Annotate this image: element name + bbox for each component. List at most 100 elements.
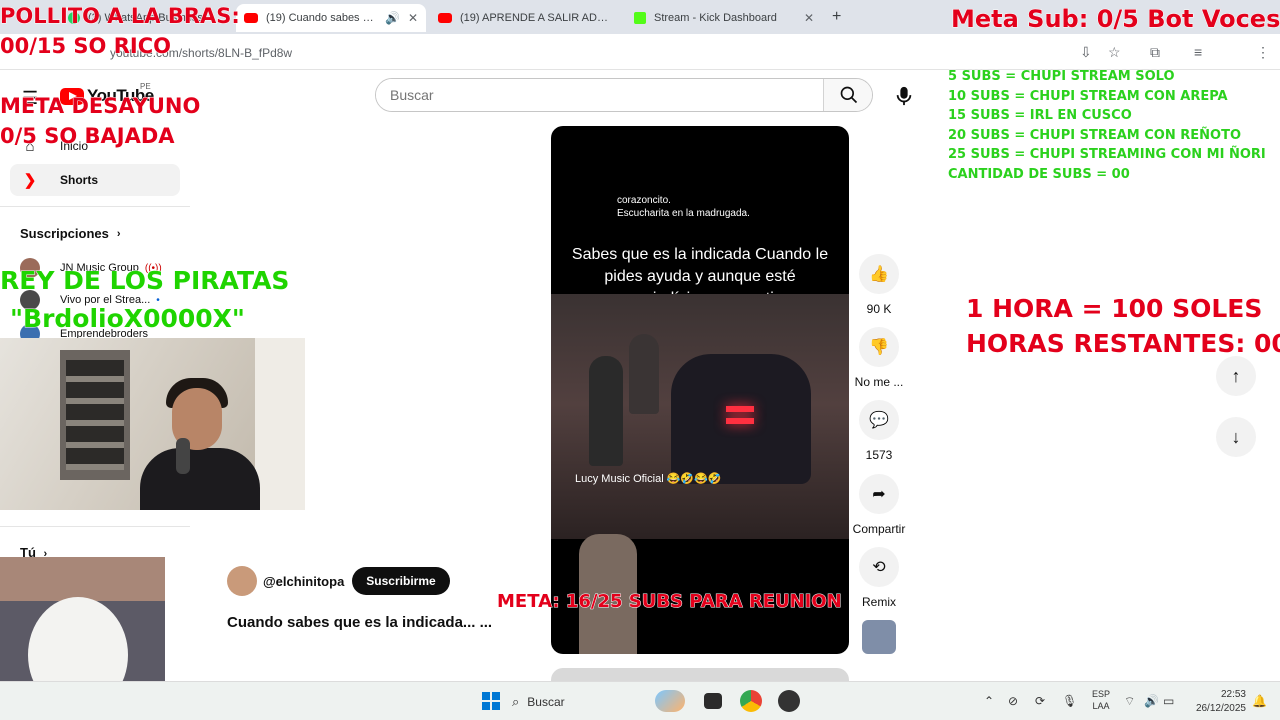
- like-icon: 👍: [859, 254, 899, 294]
- channel-row: @elchinitopa Suscribirme: [227, 566, 450, 596]
- overlay-rey-name: "BrdolioX0000X": [10, 304, 246, 334]
- short-video-player[interactable]: corazoncito. Escucharita en la madrugada…: [551, 126, 849, 654]
- remix-button[interactable]: ⟲ Remix: [850, 547, 908, 609]
- overlay-pollito-goal: POLLITO A LA BRAS:: [0, 4, 240, 29]
- tab-label: (19) APRENDE A SALIR ADELANTE: [460, 12, 612, 24]
- car-taillight: [726, 406, 754, 412]
- overlay-horas-restantes: HORAS RESTANTES: 00: [966, 329, 1280, 359]
- share-icon: ➦: [859, 474, 899, 514]
- search-input[interactable]: [376, 79, 824, 111]
- streamer-webcam: [0, 338, 305, 510]
- kick-favicon-icon: [634, 12, 646, 24]
- sub-goal-line: CANTIDAD DE SUBS = 00: [948, 166, 1130, 182]
- chevron-right-icon: ›: [116, 227, 121, 240]
- bookmark-star-icon[interactable]: ☆: [1108, 44, 1121, 61]
- video-frame: [551, 294, 849, 539]
- tab-kick-dashboard[interactable]: Stream - Kick Dashboard ✕: [626, 4, 822, 32]
- comment-icon: 💬: [859, 400, 899, 440]
- tab-youtube-short[interactable]: (19) Cuando sabes que es la indicada 🔊 ✕: [236, 4, 426, 32]
- sidebar-item-label: Shorts: [60, 173, 99, 187]
- caption-line: Escucharita en la madrugada.: [617, 208, 750, 219]
- sidebar-item-shorts[interactable]: ❯ Shorts: [10, 164, 180, 196]
- search-box: [375, 78, 873, 112]
- file-explorer-icon[interactable]: [704, 693, 722, 709]
- close-tab-icon[interactable]: ✕: [804, 11, 814, 25]
- webcam-curtain: [255, 338, 305, 510]
- extensions-icon[interactable]: ⧉: [1150, 44, 1160, 61]
- video-title[interactable]: Cuando sabes que es la indicada... ...: [227, 614, 492, 631]
- youtube-favicon-icon: [244, 13, 258, 23]
- speaker-icon[interactable]: 🔊: [385, 11, 400, 25]
- clock-time: 22:53: [1220, 689, 1246, 700]
- share-button[interactable]: ➦ Compartir: [850, 474, 908, 536]
- subscriptions-heading-label: Suscripciones: [20, 226, 109, 241]
- sub-goal-line: 20 SUBS = CHUPI STREAM CON REÑOTO: [948, 127, 1242, 143]
- tab-youtube-aprende[interactable]: (19) APRENDE A SALIR ADELANTE: [430, 4, 620, 32]
- like-button[interactable]: 👍 90 K: [850, 254, 908, 316]
- keyboard-layout: LAA: [1092, 701, 1110, 711]
- tray-overflow-icon[interactable]: ⌃: [984, 694, 994, 708]
- notifications-icon[interactable]: 🔔: [1252, 694, 1267, 708]
- wifi-icon[interactable]: ⌔: [1124, 694, 1135, 709]
- windows-taskbar: ⌕ Buscar ⌃ ⊘ ⟳ 🎙 ESP LAA ⌔ 🔊 ▭ 22:53 26/…: [0, 681, 1280, 720]
- overlay-desayuno-goal: META DESAYUNO: [0, 94, 201, 119]
- sound-source-thumbnail[interactable]: [862, 620, 896, 654]
- webcam-hand: [0, 557, 165, 601]
- video-person-figure: [589, 356, 623, 466]
- taskbar-clock[interactable]: 22:53 26/12/2025: [1192, 688, 1246, 716]
- sidebar-divider: [0, 526, 190, 527]
- close-tab-icon[interactable]: ✕: [408, 11, 418, 25]
- taskbar-search-label: Buscar: [527, 695, 565, 709]
- address-bar: youtube.com/shorts/8LN-B_fPd8w ⇩ ☆ ⧉ ≡ ⋮: [0, 34, 1280, 70]
- webcam-microphone: [176, 438, 190, 474]
- windows-start-icon[interactable]: [482, 692, 500, 710]
- arrow-up-icon: ↑: [1231, 365, 1241, 386]
- sub-goal-line: 5 SUBS = CHUPI STREAM SOLO: [948, 69, 1175, 84]
- url-field[interactable]: youtube.com/shorts/8LN-B_fPd8w: [110, 43, 1070, 63]
- overlay-hora-price: 1 HORA = 100 SOLES: [965, 294, 1263, 324]
- overlay-meta-reunion: META: 16/25 SUBS PARA REUNION: [497, 591, 843, 613]
- chrome-icon[interactable]: [740, 690, 762, 712]
- sidebar-subscriptions-heading[interactable]: Suscripciones ›: [20, 226, 121, 241]
- channel-avatar[interactable]: [227, 566, 257, 596]
- remix-label: Remix: [861, 595, 896, 609]
- microphone-icon: [896, 86, 912, 106]
- language-indicator[interactable]: ESP LAA: [1090, 688, 1112, 712]
- battery-icon[interactable]: ▭: [1163, 694, 1174, 708]
- next-short-button[interactable]: ↓: [1216, 417, 1256, 457]
- clock-date: 26/12/2025: [1195, 703, 1246, 714]
- video-person-figure: [629, 334, 659, 414]
- comments-button[interactable]: 💬 1573: [850, 400, 908, 462]
- new-tab-button[interactable]: +: [832, 8, 841, 26]
- arrow-down-icon: ↓: [1231, 426, 1241, 447]
- media-controls-icon[interactable]: ≡: [1194, 44, 1202, 60]
- obs-icon[interactable]: [778, 690, 800, 712]
- tab-label: (19) Cuando sabes que es la indicada: [266, 12, 377, 24]
- car-taillight: [726, 418, 754, 424]
- caption-line: corazoncito.: [617, 195, 671, 206]
- dislike-button[interactable]: 👎 No me ...: [850, 327, 908, 389]
- network-off-icon[interactable]: ⊘: [1008, 694, 1018, 708]
- browser-menu-icon[interactable]: ⋮: [1256, 44, 1270, 61]
- previous-short-button[interactable]: ↑: [1216, 356, 1256, 396]
- search-button[interactable]: [823, 79, 872, 111]
- widgets-icon[interactable]: [655, 690, 685, 712]
- microphone-tray-icon[interactable]: 🎙: [1062, 694, 1077, 708]
- share-label: Compartir: [852, 522, 906, 536]
- like-count: 90 K: [866, 302, 892, 316]
- webcam-streamer-body: [140, 448, 260, 510]
- install-app-icon[interactable]: ⇩: [1080, 44, 1092, 61]
- channel-handle[interactable]: @elchinitopa: [263, 574, 344, 589]
- search-icon: ⌕: [512, 694, 520, 709]
- tab-label: Stream - Kick Dashboard: [654, 12, 777, 24]
- overlay-rey-piratas: REY DE LOS PIRATAS: [0, 266, 290, 296]
- sub-goal-line: 15 SUBS = IRL EN CUSCO: [948, 108, 1132, 124]
- voice-search-button[interactable]: [886, 78, 922, 114]
- dislike-label: No me ...: [854, 375, 904, 389]
- sync-icon[interactable]: ⟳: [1035, 694, 1045, 708]
- volume-icon[interactable]: 🔊: [1144, 694, 1159, 708]
- subscribe-button[interactable]: Suscribirme: [352, 567, 450, 595]
- overlay-pollito-progress: 00/15 SO RICO: [0, 34, 171, 59]
- video-watermark: Lucy Music Oficial 😂🤣😂🤣: [575, 473, 722, 485]
- webcam-shelf: [60, 350, 130, 480]
